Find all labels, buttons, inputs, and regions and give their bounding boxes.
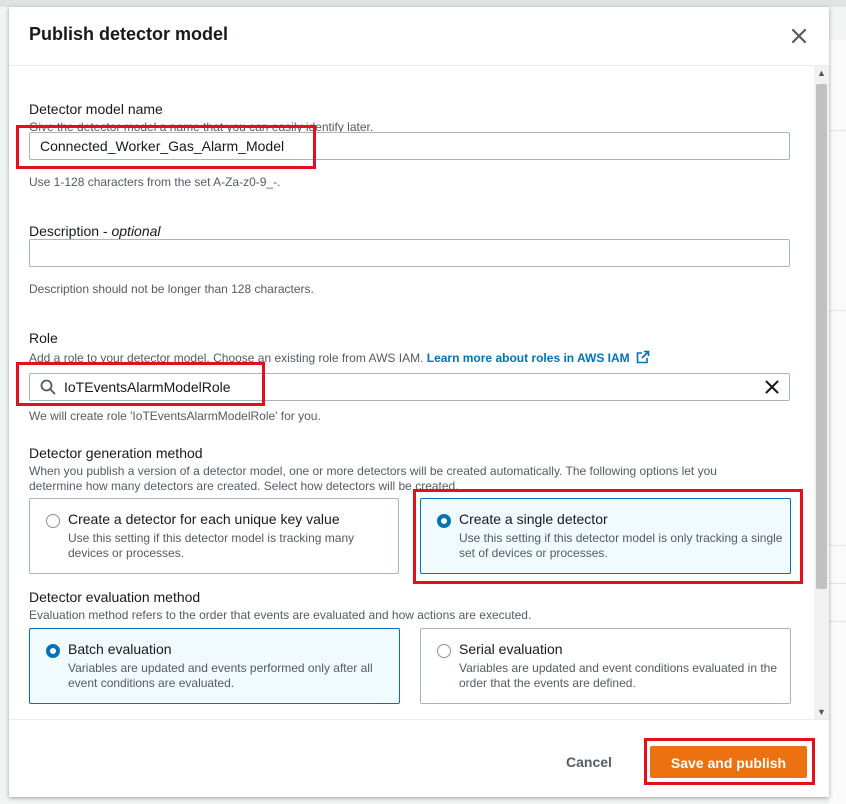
modal-title: Publish detector model — [29, 24, 229, 44]
role-label: Role — [29, 330, 58, 346]
publish-detector-modal: Publish detector model Detector model na… — [9, 7, 829, 797]
modal-body[interactable]: Detector model name Give the detector mo… — [9, 66, 814, 719]
iam-roles-link[interactable]: Learn more about roles in AWS IAM — [427, 351, 630, 365]
cancel-button[interactable]: Cancel — [566, 754, 612, 770]
background-right-panel — [829, 40, 846, 804]
background-divider — [829, 310, 846, 311]
description-label-text: Description — [29, 223, 100, 239]
role-highlight-box — [16, 362, 265, 406]
description-input[interactable] — [29, 239, 790, 267]
close-icon — [791, 28, 807, 44]
radio-batch-evaluation[interactable] — [46, 644, 60, 658]
clear-icon[interactable] — [764, 379, 780, 395]
generation-method-label: Detector generation method — [29, 445, 203, 461]
option-title: Batch evaluation — [68, 641, 172, 657]
scrollbar-thumb[interactable] — [816, 84, 827, 589]
single-detector-highlight-box — [413, 489, 803, 584]
evaluation-method-description: Evaluation method refers to the order th… — [29, 608, 532, 622]
evaluation-method-label: Detector evaluation method — [29, 589, 201, 605]
background-divider — [829, 583, 846, 584]
option-description: Variables are updated and events perform… — [68, 661, 373, 690]
scroll-down-arrow-icon[interactable]: ▼ — [814, 705, 829, 719]
optional-label: optional — [111, 223, 161, 239]
option-description: Variables are updated and event conditio… — [459, 661, 778, 690]
option-title: Create a detector for each unique key va… — [68, 511, 340, 527]
role-note: We will create role 'IoTEventsAlarmModel… — [29, 409, 321, 423]
option-batch-evaluation[interactable]: Batch evaluation Variables are updated a… — [29, 628, 400, 704]
scroll-up-arrow-icon[interactable]: ▲ — [814, 66, 829, 80]
description-constraint: Description should not be longer than 12… — [29, 282, 314, 296]
background-top-bar — [0, 0, 846, 7]
name-constraint: Use 1-128 characters from the set A-Za-z… — [29, 175, 281, 189]
close-button[interactable] — [788, 25, 810, 47]
option-unique-key-detector[interactable]: Create a detector for each unique key va… — [29, 498, 399, 574]
option-description: Use this setting if this detector model … — [68, 531, 355, 560]
radio-unique-key[interactable] — [46, 514, 60, 528]
background-divider — [829, 621, 846, 622]
option-serial-evaluation[interactable]: Serial evaluation Variables are updated … — [420, 628, 791, 704]
description-label: Description - optional — [29, 223, 161, 239]
external-link-icon[interactable] — [636, 350, 650, 364]
generation-method-description-1: When you publish a version of a detector… — [29, 464, 717, 478]
radio-serial-evaluation[interactable] — [437, 644, 451, 658]
generation-method-description-2: determine how many detectors are created… — [29, 479, 459, 493]
background-divider — [829, 130, 846, 131]
modal-scrollbar[interactable]: ▲ ▼ — [814, 66, 829, 719]
modal-header: Publish detector model — [9, 7, 829, 66]
name-label: Detector model name — [29, 101, 163, 117]
option-title: Serial evaluation — [459, 641, 563, 657]
name-highlight-box — [16, 125, 316, 169]
background-divider — [829, 545, 846, 546]
save-button-highlight-box — [644, 738, 815, 785]
